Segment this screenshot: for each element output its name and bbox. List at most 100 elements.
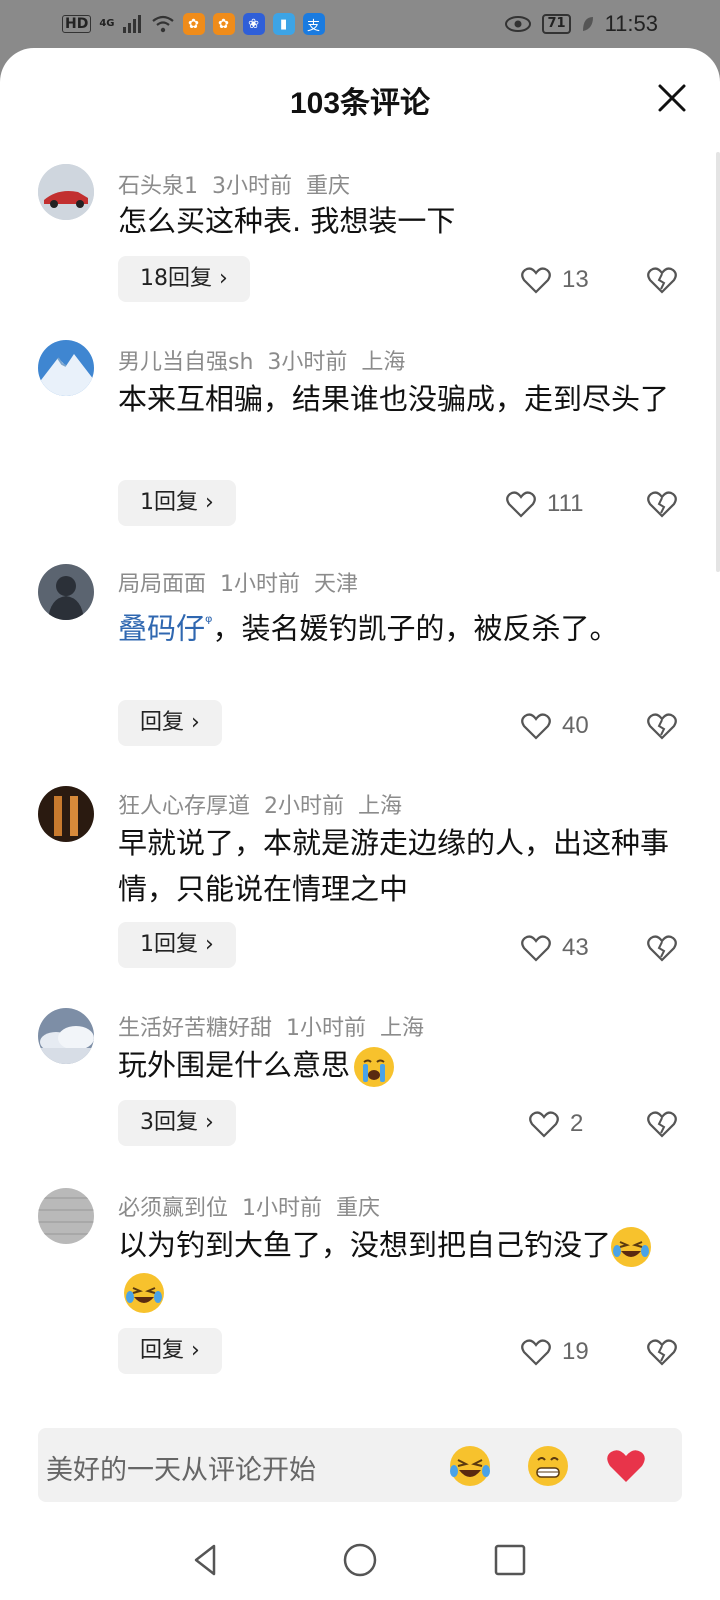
avatar[interactable]: [38, 164, 94, 220]
clock: 11:53: [604, 11, 658, 36]
timestamp: 1小时前: [220, 572, 301, 597]
heart-outline-icon: [529, 1111, 559, 1138]
comment-text: 以为钓到大鱼了，没想到把自己钓没了: [118, 1222, 678, 1314]
app-notification-icon: ✿: [182, 13, 205, 35]
comment-meta: 男儿当自强sh 3小时前 上海: [118, 344, 419, 376]
location: 上海: [361, 350, 406, 375]
heart-outline-icon: [521, 713, 551, 740]
avatar[interactable]: [38, 1188, 94, 1244]
comment-body: 玩外围是什么意思: [118, 1048, 351, 1082]
crying-face-emoji: [354, 1047, 395, 1087]
comment-meta: 石头泉1 3小时前 重庆: [118, 168, 364, 200]
mention-link[interactable]: 叠码仔: [118, 612, 205, 646]
broken-heart-icon[interactable]: [646, 932, 678, 964]
timestamp: 3小时前: [212, 174, 292, 199]
comment-text: 怎么买这种表. 我想装一下: [118, 198, 678, 244]
broken-heart-icon[interactable]: [646, 710, 678, 742]
comment-input-bar[interactable]: 美好的一天从评论开始: [38, 1428, 682, 1502]
username[interactable]: 局局面面: [118, 572, 206, 597]
avatar[interactable]: [38, 564, 94, 620]
broken-heart-icon[interactable]: [646, 264, 678, 296]
grinning-emoji[interactable]: [526, 1444, 570, 1488]
search-icon[interactable]: ᵠ: [205, 612, 212, 633]
comment-text: 叠码仔ᵠ，装名媛钓凯子的，被反杀了。: [118, 600, 678, 652]
broken-heart-icon[interactable]: [646, 488, 678, 520]
comment-body: 早就说了，本就是游走边缘的人，出这种事情，只能说在情理之中: [118, 826, 670, 906]
comment-meta: 生活好苦糖好甜 1小时前 上海: [118, 1010, 438, 1042]
broken-heart-icon[interactable]: [646, 1108, 678, 1140]
location: 上海: [358, 794, 403, 819]
signal-icon: [122, 15, 141, 33]
like-count: 40: [562, 712, 589, 739]
timestamp: 3小时前: [267, 350, 348, 375]
avatar[interactable]: [38, 340, 94, 396]
laughing-tears-emoji[interactable]: [448, 1444, 492, 1488]
username[interactable]: 男儿当自强sh: [118, 350, 253, 375]
heart-outline-icon: [521, 1339, 551, 1366]
replies-button[interactable]: 回复 ›: [118, 1328, 222, 1374]
recents-icon[interactable]: [490, 1540, 530, 1580]
like-button[interactable]: 19: [520, 1332, 620, 1372]
alipay-icon: 支: [302, 13, 325, 35]
comment-text: 玩外围是什么意思: [118, 1042, 678, 1088]
comment-body: 怎么买这种表. 我想装一下: [118, 204, 456, 238]
like-button[interactable]: 13: [520, 260, 620, 300]
timestamp: 1小时前: [242, 1196, 323, 1221]
username[interactable]: 石头泉1: [118, 174, 198, 199]
comment-body: ，装名媛钓凯子的，被反杀了。: [212, 611, 619, 646]
scrollbar[interactable]: [716, 152, 720, 572]
location: 天津: [314, 572, 359, 597]
like-count: 43: [562, 934, 589, 961]
like-button[interactable]: 2: [528, 1104, 628, 1144]
username[interactable]: 生活好苦糖好甜: [118, 1016, 272, 1041]
like-count: 13: [562, 266, 589, 293]
comment-text: 早就说了，本就是游走边缘的人，出这种事情，只能说在情理之中: [118, 820, 678, 912]
replies-button[interactable]: 1回复 ›: [118, 480, 236, 526]
home-icon[interactable]: [340, 1540, 380, 1580]
app-notification-icon: ✿: [212, 13, 235, 35]
replies-button[interactable]: 3回复 ›: [118, 1100, 236, 1146]
status-bar-left: HD 4G ✿ ✿ ❀ ▮ 支: [62, 13, 325, 35]
system-nav-bar: [0, 1520, 720, 1600]
comment-meta: 局局面面 1小时前 天津: [118, 566, 372, 598]
reader-app-icon: ▮: [272, 13, 295, 35]
broken-heart-icon[interactable]: [646, 1336, 678, 1368]
replies-button[interactable]: 1回复 ›: [118, 922, 236, 968]
laughing-tears-emoji: [124, 1273, 164, 1313]
replies-button[interactable]: 18回复 ›: [118, 256, 250, 302]
username[interactable]: 必须赢到位: [118, 1196, 228, 1221]
eye-comfort-icon: [505, 16, 532, 32]
avatar[interactable]: [38, 786, 94, 842]
username[interactable]: 狂人心存厚道: [118, 794, 250, 819]
timestamp: 2小时前: [264, 794, 345, 819]
close-icon[interactable]: [654, 80, 690, 116]
heart-outline-icon: [521, 267, 551, 294]
baidu-icon: ❀: [242, 13, 265, 35]
comment-input-placeholder[interactable]: 美好的一天从评论开始: [46, 1448, 316, 1487]
laughing-tears-emoji: [611, 1227, 652, 1267]
like-button[interactable]: 43: [520, 928, 620, 968]
network-indicator: 4G: [99, 18, 115, 29]
like-button[interactable]: 40: [520, 706, 620, 746]
comment-text: 本来互相骗，结果谁也没骗成，走到尽头了: [118, 376, 678, 422]
heart-outline-icon: [506, 491, 536, 518]
like-count: 111: [547, 490, 584, 517]
replies-button[interactable]: 回复 ›: [118, 700, 222, 746]
back-icon[interactable]: [186, 1540, 226, 1580]
avatar[interactable]: [38, 1008, 94, 1064]
like-button[interactable]: 111: [505, 484, 605, 524]
location: 重庆: [336, 1196, 381, 1221]
sheet-title: 103条评论: [289, 87, 431, 120]
location: 上海: [380, 1016, 425, 1041]
battery-indicator: 71: [542, 14, 571, 34]
red-heart-emoji[interactable]: [604, 1444, 648, 1488]
timestamp: 1小时前: [286, 1016, 367, 1041]
status-bar: HD 4G ✿ ✿ ❀ ▮ 支 71 11:53: [0, 0, 720, 48]
leaf-icon: [582, 17, 593, 31]
heart-outline-icon: [521, 935, 551, 962]
hd-indicator: HD: [62, 15, 92, 33]
comment-body: 本来互相骗，结果谁也没骗成，走到尽头了: [118, 382, 670, 416]
wifi-icon: [151, 15, 174, 33]
status-bar-right: 71 11:53: [504, 11, 658, 37]
like-count: 19: [562, 1338, 589, 1365]
